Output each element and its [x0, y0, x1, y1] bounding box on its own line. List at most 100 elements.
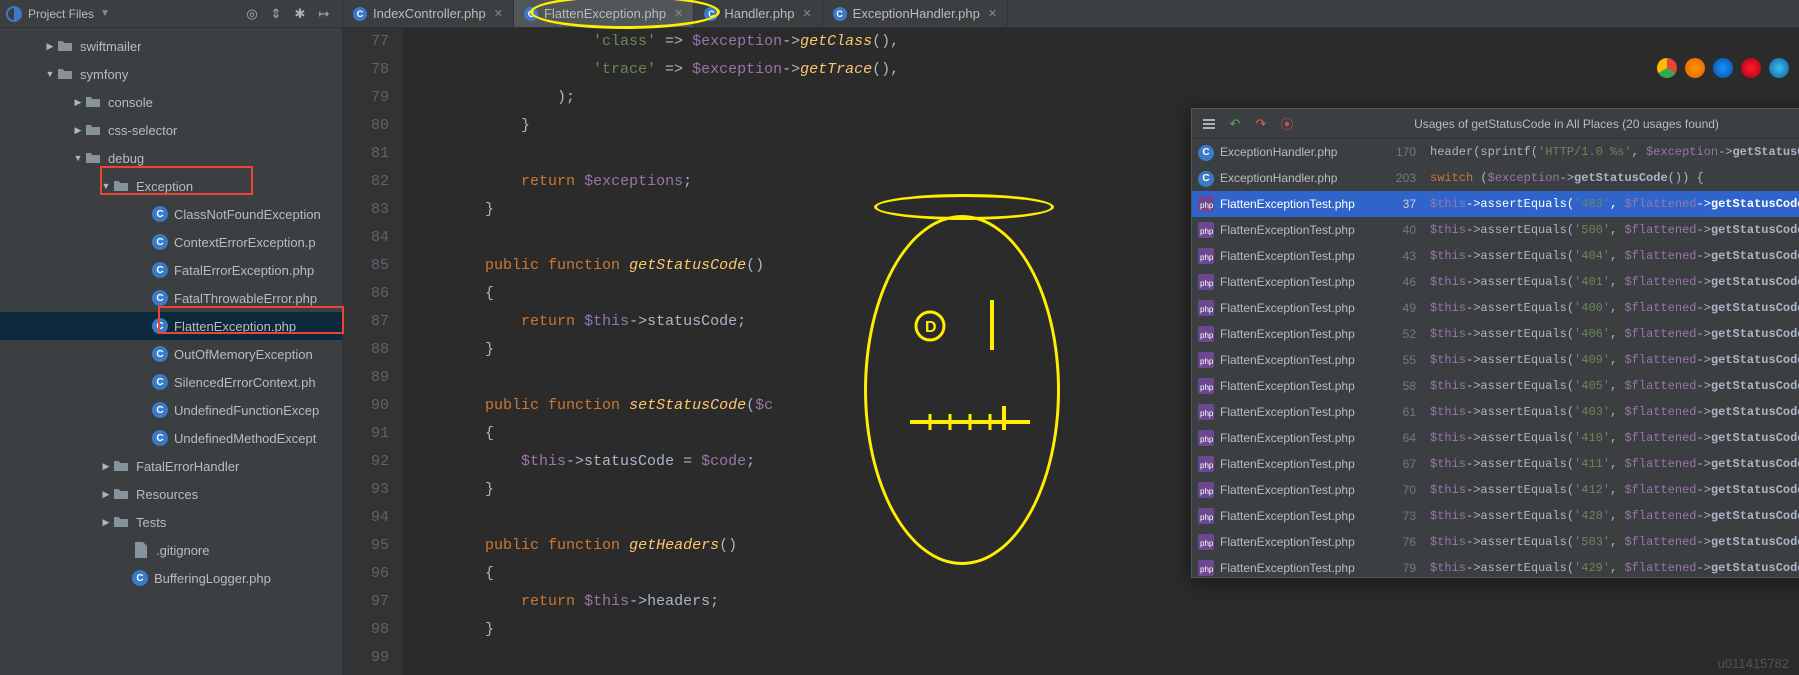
usage-row[interactable]: phpFlattenExceptionTest.php46$this->asse…	[1192, 269, 1799, 295]
tree-arrow-icon[interactable]	[44, 41, 56, 52]
tree-label: UndefinedMethodExcept	[174, 431, 316, 446]
code-line[interactable]: }	[413, 616, 1799, 644]
usage-file: FlattenExceptionTest.php	[1220, 535, 1388, 549]
prev-icon[interactable]: ↶	[1223, 112, 1247, 136]
code-line[interactable]	[413, 644, 1799, 672]
php-class-icon: C	[1198, 170, 1214, 186]
usage-code: $this->assertEquals('503', $flattened->g…	[1430, 535, 1799, 549]
usage-row[interactable]: phpFlattenExceptionTest.php73$this->asse…	[1192, 503, 1799, 529]
tab-label: Handler.php	[724, 6, 794, 21]
tree-arrow-icon[interactable]	[72, 97, 84, 108]
editor-tabs: CIndexController.php✕CFlattenException.p…	[343, 0, 1799, 28]
tree-item[interactable]: CFlattenException.php	[0, 312, 342, 340]
svg-text:php: php	[1200, 201, 1214, 210]
tree-arrow-icon[interactable]	[100, 181, 112, 191]
filter-icon[interactable]: ⦿	[1275, 112, 1299, 136]
tree-arrow-icon[interactable]	[100, 461, 112, 472]
gear-icon[interactable]: ✱	[290, 4, 310, 24]
tree-arrow-icon[interactable]	[44, 69, 56, 79]
close-icon[interactable]: ✕	[494, 7, 503, 20]
tree-item[interactable]: symfony	[0, 60, 342, 88]
tree-label: Exception	[136, 179, 193, 194]
code-line[interactable]: 'trace' => $exception->getTrace(),	[413, 56, 1799, 84]
tree-item[interactable]: COutOfMemoryException	[0, 340, 342, 368]
tree-item[interactable]: Exception	[0, 172, 342, 200]
settings-icon[interactable]	[1197, 112, 1221, 136]
code-line[interactable]: 'class' => $exception->getClass(),	[413, 28, 1799, 56]
firefox-icon[interactable]	[1685, 58, 1705, 78]
editor-tab[interactable]: CFlattenException.php✕	[514, 0, 694, 27]
usage-row[interactable]: CExceptionHandler.php203switch ($excepti…	[1192, 165, 1799, 191]
usage-row[interactable]: phpFlattenExceptionTest.php79$this->asse…	[1192, 555, 1799, 577]
usage-row[interactable]: phpFlattenExceptionTest.php55$this->asse…	[1192, 347, 1799, 373]
opera-icon[interactable]	[1741, 58, 1761, 78]
usage-row[interactable]: phpFlattenExceptionTest.php58$this->asse…	[1192, 373, 1799, 399]
tree-item[interactable]: debug	[0, 144, 342, 172]
tree-item[interactable]: CSilencedErrorContext.ph	[0, 368, 342, 396]
editor-tab[interactable]: CHandler.php✕	[694, 0, 822, 27]
locate-icon[interactable]: ◎	[242, 4, 262, 24]
hide-icon[interactable]: ↦	[314, 4, 334, 24]
tree-item[interactable]: CClassNotFoundException	[0, 200, 342, 228]
tree-item[interactable]: Tests	[0, 508, 342, 536]
tree-item[interactable]: CBufferingLogger.php	[0, 564, 342, 592]
usage-code: $this->assertEquals('406', $flattened->g…	[1430, 327, 1799, 341]
tree-item[interactable]: swiftmailer	[0, 32, 342, 60]
usage-row[interactable]: phpFlattenExceptionTest.php76$this->asse…	[1192, 529, 1799, 555]
usage-code: $this->assertEquals('403', $flattened->g…	[1430, 405, 1799, 419]
tree-item[interactable]: .gitignore	[0, 536, 342, 564]
svg-text:php: php	[1200, 253, 1214, 262]
chrome-icon[interactable]	[1657, 58, 1677, 78]
usage-row[interactable]: phpFlattenExceptionTest.php70$this->asse…	[1192, 477, 1799, 503]
usage-file: FlattenExceptionTest.php	[1220, 457, 1388, 471]
tree-arrow-icon[interactable]	[72, 125, 84, 136]
usage-line: 76	[1388, 535, 1430, 549]
tree-item[interactable]: css-selector	[0, 116, 342, 144]
usage-row[interactable]: phpFlattenExceptionTest.php49$this->asse…	[1192, 295, 1799, 321]
usage-row[interactable]: phpFlattenExceptionTest.php37$this->asse…	[1192, 191, 1799, 217]
folder-icon	[112, 485, 130, 503]
tree-item[interactable]: CFatalThrowableError.php	[0, 284, 342, 312]
tree-item[interactable]: C UndefinedMethodExcept	[0, 424, 342, 452]
usage-row[interactable]: phpFlattenExceptionTest.php64$this->asse…	[1192, 425, 1799, 451]
usages-list[interactable]: CExceptionHandler.php170header(sprintf('…	[1192, 139, 1799, 577]
ie-icon[interactable]	[1769, 58, 1789, 78]
tree-item[interactable]: Resources	[0, 480, 342, 508]
tree-item[interactable]: CContextErrorException.p	[0, 228, 342, 256]
usage-row[interactable]: phpFlattenExceptionTest.php52$this->asse…	[1192, 321, 1799, 347]
safari-icon[interactable]	[1713, 58, 1733, 78]
tree-item[interactable]: console	[0, 88, 342, 116]
folder-icon	[56, 37, 74, 55]
editor-tab[interactable]: CExceptionHandler.php✕	[823, 0, 1008, 27]
php-file-icon: php	[1198, 378, 1214, 394]
usage-file: FlattenExceptionTest.php	[1220, 197, 1388, 211]
folder-icon	[112, 177, 130, 195]
close-icon[interactable]: ✕	[988, 7, 997, 20]
usage-row[interactable]: phpFlattenExceptionTest.php67$this->asse…	[1192, 451, 1799, 477]
tree-arrow-icon[interactable]	[100, 517, 112, 528]
close-icon[interactable]: ✕	[674, 7, 683, 20]
php-file-icon: php	[1198, 430, 1214, 446]
code-line[interactable]: return $this->headers;	[413, 588, 1799, 616]
tree-item[interactable]: CUndefinedFunctionExcep	[0, 396, 342, 424]
project-tree[interactable]: swiftmailersymfonyconsolecss-selectordeb…	[0, 28, 342, 675]
usages-toolbar: ↶ ↷ ⦿ Usages of getStatusCode in All Pla…	[1192, 109, 1799, 139]
usage-row[interactable]: phpFlattenExceptionTest.php61$this->asse…	[1192, 399, 1799, 425]
php-class-icon: C	[152, 430, 168, 446]
tree-item[interactable]: CFatalErrorException.php	[0, 256, 342, 284]
tree-arrow-icon[interactable]	[100, 489, 112, 500]
usage-row[interactable]: CExceptionHandler.php170header(sprintf('…	[1192, 139, 1799, 165]
tab-label: ExceptionHandler.php	[853, 6, 980, 21]
editor-tab[interactable]: CIndexController.php✕	[343, 0, 514, 27]
collapse-icon[interactable]: ⇕	[266, 4, 286, 24]
next-icon[interactable]: ↷	[1249, 112, 1273, 136]
usage-line: 79	[1388, 561, 1430, 575]
close-icon[interactable]: ✕	[802, 7, 811, 20]
dropdown-icon[interactable]: ▼	[100, 8, 110, 19]
usage-row[interactable]: phpFlattenExceptionTest.php40$this->asse…	[1192, 217, 1799, 243]
tree-arrow-icon[interactable]	[72, 153, 84, 163]
project-title[interactable]: Project Files	[28, 7, 94, 21]
tree-item[interactable]: FatalErrorHandler	[0, 452, 342, 480]
usage-row[interactable]: phpFlattenExceptionTest.php43$this->asse…	[1192, 243, 1799, 269]
folder-icon	[112, 457, 130, 475]
